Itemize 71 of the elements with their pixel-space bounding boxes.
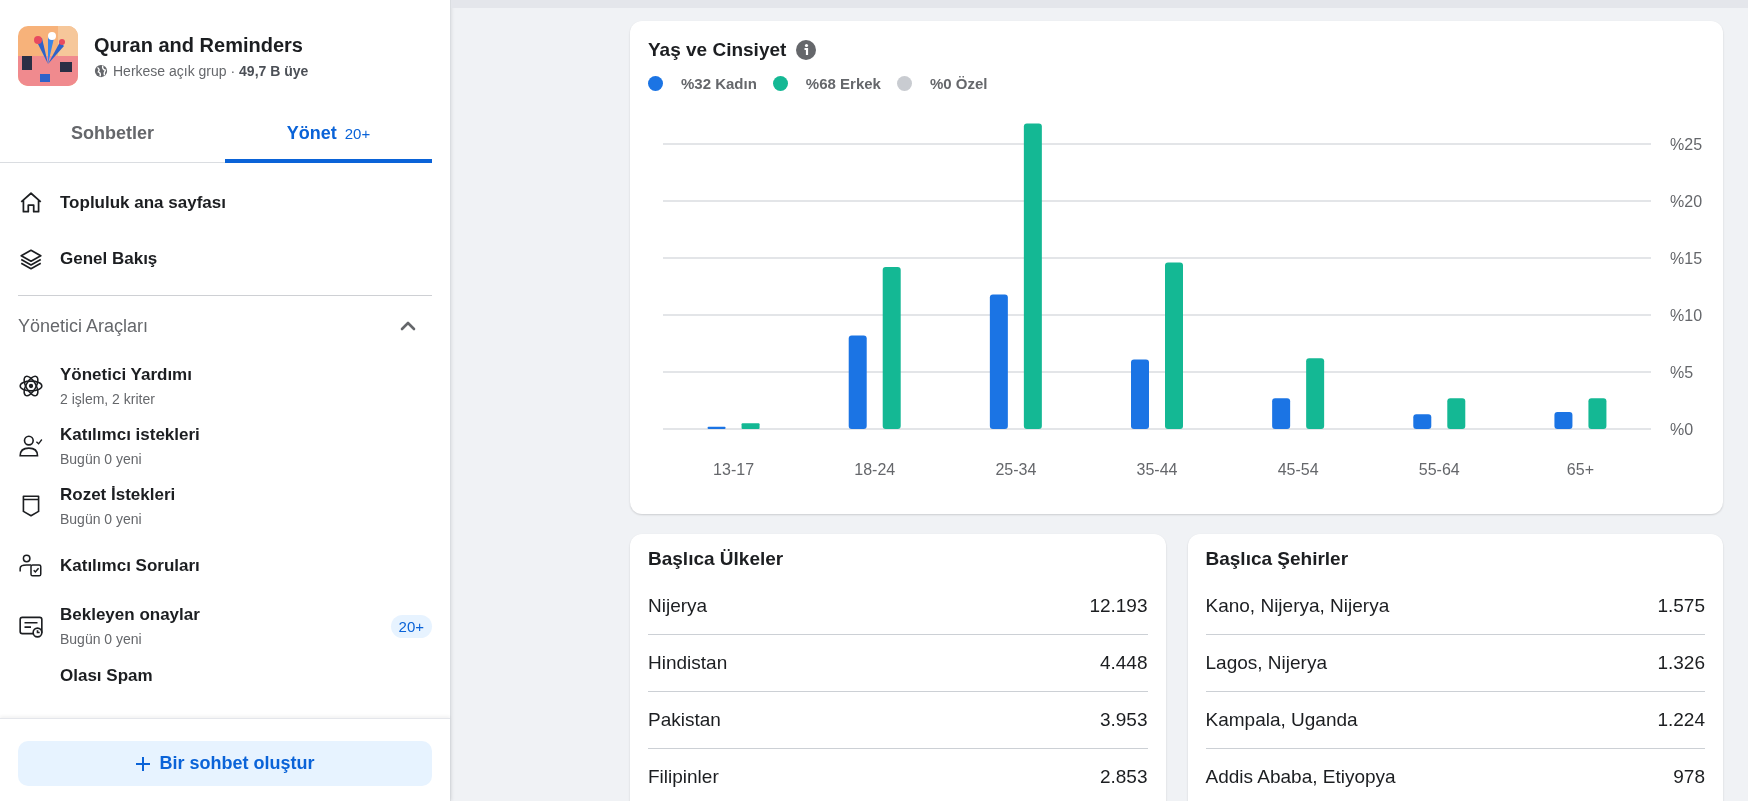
chart-bar — [707, 426, 726, 429]
tab[interactable]: Yönet 20+ — [225, 108, 432, 163]
chart-bar — [741, 423, 760, 429]
table-cell: Kano, Nijerya, Nijerya — [1205, 595, 1390, 617]
nav-item[interactable]: Genel Bakış — [18, 231, 432, 287]
table-cell: 1.224 — [1657, 709, 1705, 731]
axis-tick-label: %10 — [1670, 307, 1703, 324]
table-cell: 1.575 — [1657, 595, 1705, 617]
table-cell: Addis Ababa, Etiyopya — [1205, 766, 1396, 788]
axis-category-label: 55-64 — [1418, 461, 1460, 478]
table-cell: Lagos, Nijerya — [1205, 652, 1327, 674]
item-subtitle: Bugün 0 yeni — [60, 631, 143, 647]
axis-tick-label: %25 — [1670, 136, 1703, 153]
tool-item[interactable]: Olası Spam — [18, 656, 432, 696]
item-subtitle: Bugün 0 yeni — [60, 511, 143, 527]
chart-bar — [1272, 398, 1291, 429]
table-cell: 3.953 — [1099, 709, 1148, 731]
axis-tick-label: %5 — [1670, 364, 1694, 381]
tool-item[interactable]: Rozet İstekleri Bugün 0 yeni — [18, 476, 432, 536]
person-check-icon — [18, 433, 44, 459]
tab[interactable]: Sohbetler — [0, 108, 225, 163]
chart-bar — [1413, 414, 1432, 429]
card-title: Başlıca Şehirler — [1205, 548, 1350, 570]
legend-label: %68 Erkek — [805, 75, 881, 92]
card-title: Başlıca Ülkeler — [648, 548, 785, 570]
card-title: Yaş ve Cinsiyet — [648, 39, 787, 61]
tool-item[interactable]: Bekleyen onaylar Bugün 0 yeni 20+ — [18, 596, 432, 656]
axis-tick-label: %0 — [1670, 421, 1694, 438]
axis-tick-label: %15 — [1670, 250, 1703, 267]
chart-bar — [1131, 359, 1149, 429]
nav-item[interactable]: Topluluk ana sayfası — [18, 175, 432, 231]
table-cell: Kampala, Uganda — [1205, 709, 1358, 731]
table-cell: Hindistan — [648, 652, 728, 674]
axis-category-label: 35-44 — [1136, 461, 1178, 478]
tool-item[interactable]: Katılımcı Soruları — [18, 536, 432, 596]
axis-category-label: 18-24 — [854, 461, 896, 478]
chart-bar — [1447, 398, 1466, 429]
legend-label: %32 Kadın — [681, 75, 757, 92]
table-cell: 1.326 — [1657, 652, 1705, 674]
info-icon[interactable] — [796, 40, 817, 60]
table-cell: 2.853 — [1099, 766, 1148, 788]
item-subtitle: 2 işlem, 2 kriter — [60, 391, 156, 407]
home-icon — [18, 190, 44, 216]
axis-category-label: 13-17 — [713, 461, 755, 478]
tool-item[interactable]: Yönetici Yardımı 2 işlem, 2 kriter — [18, 356, 432, 416]
group-meta: Herkese açık grup · 49,7 B üye — [113, 62, 309, 79]
table-cell: 978 — [1673, 766, 1705, 788]
axis-tick-label: %20 — [1670, 193, 1703, 210]
tool-item[interactable]: Katılımcı istekleri Bugün 0 yeni — [18, 416, 432, 476]
create-chat-button[interactable]: Bir sohbet oluştur — [18, 741, 432, 786]
section-title: Yönetici Araçları — [18, 315, 149, 337]
chart-bar — [1554, 411, 1573, 429]
plus-icon — [135, 755, 152, 772]
chevron-icon[interactable] — [400, 321, 416, 331]
chart-bar — [1306, 358, 1325, 429]
count-badge: 20+ — [390, 614, 432, 638]
table-cell: Filipinler — [648, 766, 719, 788]
axis-category-label: 65+ — [1566, 461, 1594, 478]
table-cell: Nijerya — [648, 595, 708, 617]
table-cell: Pakistan — [648, 709, 721, 731]
globe-icon — [94, 63, 108, 78]
group-name[interactable]: Quran and Reminders — [94, 33, 309, 57]
table-cell: 4.448 — [1099, 652, 1148, 674]
legend-label: %0 Özel — [929, 75, 988, 92]
atom-icon — [18, 373, 44, 399]
axis-category-label: 45-54 — [1277, 461, 1319, 478]
axis-category-label: 25-34 — [995, 461, 1037, 478]
item-subtitle: Bugün 0 yeni — [60, 451, 143, 467]
table-cell: 12.193 — [1089, 595, 1148, 617]
chart-bar — [1588, 398, 1607, 429]
person-form-icon — [18, 553, 44, 579]
